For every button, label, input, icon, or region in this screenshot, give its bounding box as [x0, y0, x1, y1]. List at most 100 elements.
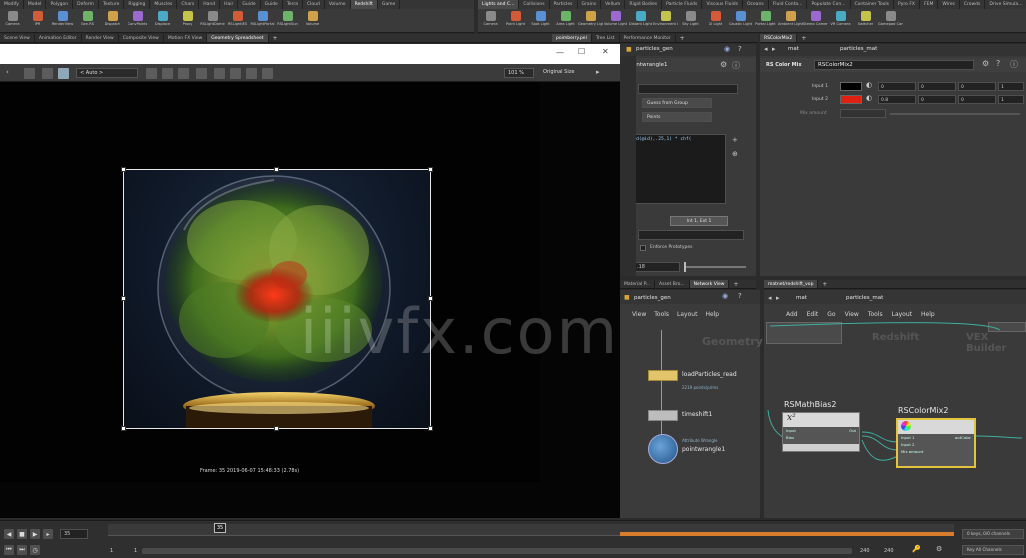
shelf-tool-vr-camera[interactable]: VR Camera: [828, 9, 853, 33]
gear-icon[interactable]: ⚙: [720, 60, 727, 69]
shelf-tab-muscles[interactable]: Muscles: [150, 0, 178, 9]
shelf-tool-rslightportal[interactable]: RSLightPortal: [250, 9, 275, 33]
range-slider[interactable]: [142, 548, 852, 554]
shelf-tab-polygon[interactable]: Polygon: [46, 0, 74, 9]
tab-matnet-redshift-vop[interactable]: matnet/redshift_vop: [764, 280, 819, 288]
shelf-tool-renderview[interactable]: RenderView: [50, 9, 75, 33]
gear-icon[interactable]: ⚙: [982, 59, 989, 68]
shelf-tool-gi-light[interactable]: GI Light: [703, 9, 728, 33]
input2-g[interactable]: 0: [918, 95, 956, 104]
shelf-tool-environment-light[interactable]: Environment Light: [653, 9, 678, 33]
shelf-tool-stereo-camera[interactable]: Stereo Camera: [803, 9, 828, 33]
shelf-tab-fluid-conta[interactable]: Fluid Conta...: [769, 0, 808, 9]
maximize-icon[interactable]: ☐: [578, 47, 585, 56]
crop-icon[interactable]: [196, 68, 207, 79]
value-field[interactable]: .18: [632, 262, 680, 272]
resize-handle-br[interactable]: [428, 426, 433, 431]
last-frame-icon[interactable]: ⏭: [17, 545, 27, 555]
rscolormix2-port-mix[interactable]: Mix amount: [901, 449, 923, 454]
shelf-tab-redshift[interactable]: Redshift: [350, 0, 378, 9]
input2-swatch[interactable]: [840, 95, 862, 104]
forward-arrow-icon[interactable]: ▸: [776, 294, 780, 302]
shelf-tab-hand[interactable]: Hand: [199, 0, 221, 9]
channel-icon[interactable]: [246, 68, 257, 79]
zoom-percent-field[interactable]: 101 %: [504, 68, 534, 78]
color-picker-icon[interactable]: ◐: [866, 94, 872, 102]
node-rscolormix2[interactable]: Input 1 outColor Input 2 Mix amount: [896, 418, 976, 468]
rscolormix2-port-input2[interactable]: Input 2: [901, 442, 914, 447]
resize-handle-tm[interactable]: [274, 167, 279, 172]
stop-icon[interactable]: ■: [17, 529, 27, 539]
shelf-tab-crowds[interactable]: Crowds: [960, 0, 986, 9]
parm-path-right-2[interactable]: particles_mat: [840, 46, 877, 52]
shelf-tab-rigging[interactable]: Rigging: [124, 0, 151, 9]
shelf-tab-rigid-bodies[interactable]: Rigid Bodies: [625, 0, 663, 9]
info-icon[interactable]: ⓘ: [732, 60, 740, 71]
shelf-tool-ambient-light[interactable]: Ambient Light: [778, 9, 803, 33]
shelf-tab-pyro-fx[interactable]: Pyro FX: [894, 0, 921, 9]
size-mode-select[interactable]: Original Size: [540, 68, 592, 78]
group-type-select[interactable]: Guess from Group: [642, 98, 712, 108]
input1-swatch[interactable]: [840, 82, 862, 91]
snapshot-icon[interactable]: [146, 68, 157, 79]
value-slider-handle[interactable]: [684, 262, 686, 272]
shelf-tab-viscous-fluids[interactable]: Viscous Fluids: [702, 0, 743, 9]
shelf-tool-caustic-light[interactable]: Caustic Light: [728, 9, 753, 33]
input2-r[interactable]: 0.8: [878, 95, 916, 104]
resize-handle-ml[interactable]: [121, 296, 126, 301]
shelf-tool-portal-light[interactable]: Portal Light: [753, 9, 778, 33]
realtime-icon[interactable]: ◷: [30, 545, 40, 555]
shelf-tab-volume[interactable]: Volume: [325, 0, 351, 9]
first-frame-icon[interactable]: ⏮: [4, 545, 14, 555]
menu-help[interactable]: Help: [705, 311, 719, 318]
shelf-tool-sky-light[interactable]: Sky Light: [678, 9, 703, 33]
value-slider[interactable]: [684, 266, 746, 268]
chevron-left-icon[interactable]: ‹: [6, 68, 9, 76]
pause-icon[interactable]: [214, 68, 225, 79]
shelf-tab-hair[interactable]: Hair: [220, 0, 239, 9]
network-path-right[interactable]: mat: [796, 295, 807, 301]
shelf-tab-game[interactable]: Game: [378, 0, 401, 9]
shelf-tab-particles[interactable]: Particles: [550, 0, 578, 9]
tab-motion-fx-view[interactable]: Motion FX View: [164, 34, 208, 42]
start-frame-2[interactable]: 1: [134, 548, 137, 554]
tab-material-p[interactable]: Material P...: [620, 280, 656, 288]
tab-tree-list[interactable]: Tree List: [592, 34, 620, 42]
node-timeshift1[interactable]: [648, 410, 678, 421]
resize-handle-tr[interactable]: [428, 167, 433, 172]
mix-amount-slider[interactable]: [890, 113, 1020, 115]
pin-icon[interactable]: ◉: [724, 45, 730, 53]
menu-tools[interactable]: Tools: [868, 311, 883, 318]
shelf-tool-distant-light[interactable]: Distant Light: [628, 9, 653, 33]
start-frame[interactable]: 1: [110, 548, 113, 554]
shelf-tool-camera[interactable]: Camera: [478, 9, 503, 33]
tab-animation-editor[interactable]: Animation Editor: [35, 34, 82, 42]
arrow-right-icon[interactable]: ▸: [596, 68, 600, 76]
add-tab-icon[interactable]: +: [797, 34, 810, 42]
shelf-tab-particle-fluids[interactable]: Particle Fluids: [662, 0, 703, 9]
int-ext-button[interactable]: Int 1, Ext 1: [670, 216, 728, 226]
run-over-select[interactable]: Points: [642, 112, 712, 122]
shelf-tool-spot-light[interactable]: Spot Light: [528, 9, 553, 33]
lock-icon[interactable]: [262, 68, 273, 79]
tab-scene-view[interactable]: Scene View: [0, 34, 35, 42]
add-tab-icon[interactable]: +: [729, 280, 742, 288]
menu-help[interactable]: Help: [921, 311, 935, 318]
grid-icon[interactable]: [162, 68, 173, 79]
shelf-tab-model[interactable]: Model: [24, 0, 47, 9]
shelf-tool-rslightsun[interactable]: RSLightSun: [275, 9, 300, 33]
enforce-prototypes-checkbox[interactable]: [640, 245, 646, 251]
menu-tools[interactable]: Tools: [654, 311, 669, 318]
shelf-tab-oceans[interactable]: Oceans: [743, 0, 769, 9]
resize-handle-bl[interactable]: [121, 426, 126, 431]
current-frame-marker[interactable]: 35: [214, 523, 226, 533]
expand-icon[interactable]: ⊕: [732, 150, 738, 158]
parm-row-1[interactable]: [638, 84, 738, 94]
input1-r[interactable]: 0: [878, 82, 916, 91]
shelf-tab-modify[interactable]: Modify: [0, 0, 24, 9]
shelf-tab-drive-simula[interactable]: Drive Simula...: [985, 0, 1026, 9]
menu-view[interactable]: View: [632, 311, 646, 318]
input1-a[interactable]: 1: [998, 82, 1024, 91]
node-loadparticles-read[interactable]: [648, 370, 678, 381]
input2-a[interactable]: 1: [998, 95, 1024, 104]
